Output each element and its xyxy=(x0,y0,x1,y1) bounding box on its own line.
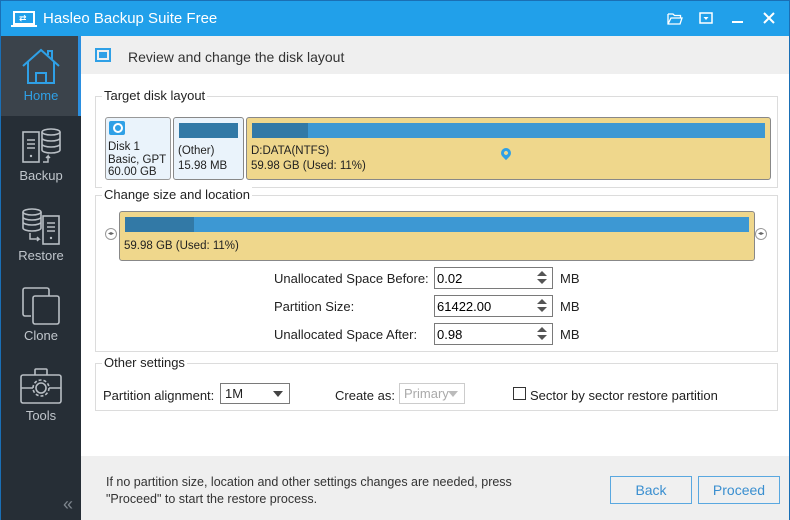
back-button[interactable]: Back xyxy=(610,476,692,504)
partition-used-fill xyxy=(252,123,309,138)
create-as-label: Create as: xyxy=(335,388,395,403)
partition-label: D:DATA(NTFS) xyxy=(251,145,330,157)
partition-size-label: Partition Size: xyxy=(274,299,355,314)
partition-label: (Other) xyxy=(178,145,215,157)
partition-other[interactable]: (Other) 15.98 MB xyxy=(173,117,244,180)
chevron-down-icon xyxy=(448,391,458,397)
unit-label: MB xyxy=(560,271,580,286)
right-resize-handle[interactable]: ◂▸ xyxy=(755,228,767,240)
minimize-button[interactable] xyxy=(726,7,750,29)
sector-by-sector-checkbox[interactable] xyxy=(513,387,526,400)
open-folder-icon[interactable] xyxy=(663,7,687,29)
unallocated-after-label: Unallocated Space After: xyxy=(274,327,418,342)
sidebar-item-tools[interactable]: Tools xyxy=(1,356,81,436)
partition-size-input[interactable] xyxy=(437,298,527,314)
partition-usage-bar xyxy=(252,123,765,138)
partition-alignment-value: 1M xyxy=(225,386,244,401)
sidebar-item-backup[interactable]: Backup xyxy=(1,116,81,196)
unallocated-before-label: Unallocated Space Before: xyxy=(274,271,429,286)
sidebar: Home Backup Restore Clone Tools « xyxy=(1,36,81,520)
disk-icon xyxy=(109,121,125,135)
backup-icon xyxy=(22,128,61,163)
sidebar-item-clone[interactable]: Clone xyxy=(1,276,81,356)
sidebar-item-label: Clone xyxy=(24,328,58,343)
app-window: ⇄ Hasleo Backup Suite Free Home Backup R… xyxy=(0,0,790,520)
title-bar: ⇄ Hasleo Backup Suite Free xyxy=(1,1,789,36)
unit-label: MB xyxy=(560,299,580,314)
left-resize-handle[interactable]: ◂▸ xyxy=(105,228,117,240)
window-title: Hasleo Backup Suite Free xyxy=(43,10,218,27)
main-content: Review and change the disk layout Target… xyxy=(81,36,789,520)
partition-used-fill xyxy=(179,123,238,138)
spin-arrows-icon[interactable] xyxy=(537,271,547,285)
partition-data[interactable]: D:DATA(NTFS) 59.98 GB (Used: 11%) xyxy=(246,117,771,180)
location-pin-icon xyxy=(498,145,514,161)
sidebar-item-restore[interactable]: Restore xyxy=(1,196,81,276)
unallocated-before-input[interactable] xyxy=(437,270,527,286)
partition-size: 15.98 MB xyxy=(178,160,228,172)
partition-size-label: 59.98 GB (Used: 11%) xyxy=(124,240,239,252)
tools-icon xyxy=(20,368,62,404)
disk-layout-icon xyxy=(95,48,111,62)
disk-size: 60.00 GB xyxy=(108,166,157,178)
proceed-button[interactable]: Proceed xyxy=(698,476,780,504)
create-as-value: Primary xyxy=(404,386,449,401)
partition-size: 59.98 GB (Used: 11%) xyxy=(251,160,366,172)
sidebar-item-label: Tools xyxy=(25,408,57,423)
disk-details: Disk 1 Basic, GPT 60.00 GB xyxy=(108,141,166,179)
menu-dropdown-icon[interactable] xyxy=(694,7,718,29)
partition-size-stepper[interactable] xyxy=(434,295,553,317)
partition-usage-bar xyxy=(125,217,749,232)
unit-label: MB xyxy=(560,327,580,342)
disk-info-card[interactable]: Disk 1 Basic, GPT 60.00 GB xyxy=(105,117,171,180)
home-icon xyxy=(22,48,60,84)
page-header: Review and change the disk layout xyxy=(81,36,789,74)
footer-message: If no partition size, location and other… xyxy=(106,475,512,506)
chevron-down-icon xyxy=(273,391,283,397)
spin-arrows-icon[interactable] xyxy=(537,327,547,341)
group-title: Change size and location xyxy=(102,187,252,202)
sidebar-item-label: Home xyxy=(23,88,59,103)
create-as-select: Primary xyxy=(399,383,465,404)
unallocated-after-stepper[interactable] xyxy=(434,323,553,345)
page-title: Review and change the disk layout xyxy=(128,49,345,65)
partition-usage-bar xyxy=(179,123,238,138)
unallocated-after-input[interactable] xyxy=(437,326,527,342)
partition-alignment-label: Partition alignment: xyxy=(103,388,215,403)
disk-type: Basic, GPT xyxy=(108,153,167,166)
change-size-location-group: Change size and location ◂▸ 59.98 GB (Us… xyxy=(95,187,778,352)
footer: If no partition size, location and other… xyxy=(81,456,789,520)
collapse-sidebar-button[interactable]: « xyxy=(63,494,73,515)
group-title: Target disk layout xyxy=(102,88,208,103)
partition-resize-bar[interactable]: 59.98 GB (Used: 11%) xyxy=(119,211,755,261)
sidebar-item-label: Backup xyxy=(19,168,63,183)
spin-arrows-icon[interactable] xyxy=(537,299,547,313)
app-logo-icon: ⇄ xyxy=(11,11,37,27)
restore-icon xyxy=(22,208,60,245)
disk-name: Disk 1 xyxy=(108,141,140,153)
close-button[interactable] xyxy=(757,7,781,29)
group-title: Other settings xyxy=(102,355,187,370)
sidebar-item-home[interactable]: Home xyxy=(1,36,81,116)
unallocated-before-stepper[interactable] xyxy=(434,267,553,289)
sector-by-sector-label[interactable]: Sector by sector restore partition xyxy=(530,388,718,403)
clone-icon xyxy=(22,287,60,325)
other-settings-group: Other settings Partition alignment: 1M C… xyxy=(95,355,778,411)
partition-alignment-select[interactable]: 1M xyxy=(220,383,290,404)
sidebar-item-label: Restore xyxy=(18,248,64,263)
target-disk-layout-group: Target disk layout Disk 1 Basic, GPT 60.… xyxy=(95,88,778,188)
partition-used-fill xyxy=(125,217,194,232)
